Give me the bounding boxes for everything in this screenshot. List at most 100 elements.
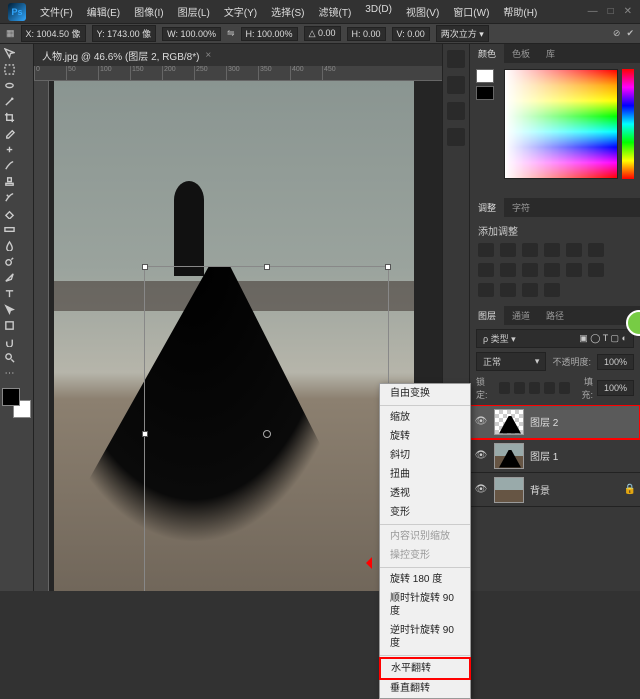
close-icon[interactable]: ✕ xyxy=(624,6,632,17)
document-tab[interactable]: 人物.jpg @ 46.6% (图层 2, RGB/8*) × xyxy=(34,44,442,66)
adj-vibrance-icon[interactable] xyxy=(566,243,582,257)
wand-tool[interactable] xyxy=(2,94,17,109)
blend-mode-dropdown[interactable]: 正常▾ xyxy=(476,352,546,371)
opt-h[interactable]: H: 100.00% xyxy=(241,27,298,41)
maximize-icon[interactable]: □ xyxy=(608,6,614,17)
ctx-rotate-180[interactable]: 旋转 180 度 xyxy=(380,570,470,589)
tab-character[interactable]: 字符 xyxy=(504,198,538,217)
opt-y[interactable]: Y: 1743.00 像 xyxy=(92,25,157,42)
tab-adjustments[interactable]: 调整 xyxy=(470,198,504,217)
visibility-toggle[interactable]: 👁 xyxy=(474,416,488,427)
ctx-rotate[interactable]: 旋转 xyxy=(380,427,470,446)
ctx-rotate-cw90[interactable]: 顺时针旋转 90 度 xyxy=(380,589,470,621)
lasso-tool[interactable] xyxy=(2,78,17,93)
adj-selective-icon[interactable] xyxy=(522,283,538,297)
layer-thumbnail[interactable] xyxy=(494,477,524,503)
info-panel-icon[interactable] xyxy=(447,128,465,146)
opacity-input[interactable]: 100% xyxy=(597,354,634,370)
blur-tool[interactable] xyxy=(2,238,17,253)
lock-all-icon[interactable] xyxy=(559,382,570,394)
heal-tool[interactable] xyxy=(2,142,17,157)
hand-tool[interactable] xyxy=(2,334,17,349)
properties-panel-icon[interactable] xyxy=(447,76,465,94)
menu-file[interactable]: 文件(F) xyxy=(36,2,77,21)
ctx-flip-vertical[interactable]: 垂直翻转 xyxy=(380,679,470,698)
visibility-toggle[interactable]: 👁 xyxy=(474,484,488,495)
handle-top-mid[interactable] xyxy=(264,264,270,270)
actions-panel-icon[interactable] xyxy=(447,102,465,120)
pen-tool[interactable] xyxy=(2,270,17,285)
ctx-flip-horizontal[interactable]: 水平翻转 xyxy=(379,657,471,680)
layer-name[interactable]: 图层 2 xyxy=(530,414,558,429)
adj-hue-icon[interactable] xyxy=(588,243,604,257)
path-select-tool[interactable] xyxy=(2,302,17,317)
opt-interpolation[interactable]: 两次立方 ▾ xyxy=(436,25,489,42)
stamp-tool[interactable] xyxy=(2,174,17,189)
minimize-icon[interactable]: — xyxy=(588,6,598,17)
handle-top-left[interactable] xyxy=(142,264,148,270)
opt-hskew[interactable]: H: 0.00 xyxy=(347,27,386,41)
document-close-icon[interactable]: × xyxy=(205,50,211,61)
opt-w[interactable]: W: 100.00% xyxy=(162,27,221,41)
transform-bounding-box[interactable] xyxy=(144,266,389,591)
adj-threshold-icon[interactable] xyxy=(478,283,494,297)
layer-row[interactable]: 👁 背景 🔒 xyxy=(470,473,640,507)
marquee-tool[interactable] xyxy=(2,62,17,77)
layer-filter-dropdown[interactable]: ρ 类型 ▾ ▣ ◯ T ▢ ◐ xyxy=(476,329,634,348)
menu-window[interactable]: 窗口(W) xyxy=(449,2,493,21)
shape-tool[interactable] xyxy=(2,318,17,333)
layer-thumbnail[interactable] xyxy=(494,443,524,469)
tab-channels[interactable]: 通道 xyxy=(504,306,538,325)
adj-bw-icon[interactable] xyxy=(478,263,494,277)
ctx-perspective[interactable]: 透视 xyxy=(380,484,470,503)
adj-colorlookup-icon[interactable] xyxy=(544,263,560,277)
layer-row[interactable]: 👁 图层 2 xyxy=(470,405,640,439)
link-icon[interactable]: ⇋ xyxy=(227,28,235,39)
adj-more-icon[interactable] xyxy=(544,283,560,297)
type-tool[interactable] xyxy=(2,286,17,301)
tab-libraries[interactable]: 库 xyxy=(538,44,563,63)
history-panel-icon[interactable] xyxy=(447,50,465,68)
lock-position-icon[interactable] xyxy=(529,382,540,394)
ctx-scale[interactable]: 缩放 xyxy=(380,408,470,427)
fill-input[interactable]: 100% xyxy=(597,380,634,396)
handle-top-right[interactable] xyxy=(385,264,391,270)
edit-toolbar-icon[interactable]: ⋯ xyxy=(2,366,17,381)
menu-view[interactable]: 视图(V) xyxy=(402,2,443,21)
menu-select[interactable]: 选择(S) xyxy=(267,2,308,21)
adj-posterize-icon[interactable] xyxy=(588,263,604,277)
ctx-skew[interactable]: 斜切 xyxy=(380,446,470,465)
crop-tool[interactable] xyxy=(2,110,17,125)
brush-tool[interactable] xyxy=(2,158,17,173)
visibility-toggle[interactable]: 👁 xyxy=(474,450,488,461)
menu-type[interactable]: 文字(Y) xyxy=(220,2,261,21)
adj-channelmix-icon[interactable] xyxy=(522,263,538,277)
ctx-rotate-ccw90[interactable]: 逆时针旋转 90 度 xyxy=(380,621,470,653)
color-spectrum[interactable] xyxy=(504,69,618,179)
commit-transform-icon[interactable]: ✔ xyxy=(626,28,634,39)
move-tool[interactable] xyxy=(2,46,17,61)
menu-layer[interactable]: 图层(L) xyxy=(174,2,214,21)
dodge-tool[interactable] xyxy=(2,254,17,269)
eraser-tool[interactable] xyxy=(2,206,17,221)
layer-row[interactable]: 👁 图层 1 xyxy=(470,439,640,473)
ctx-free-transform[interactable]: 自由变换 xyxy=(380,384,470,403)
adj-invert-icon[interactable] xyxy=(566,263,582,277)
layer-name[interactable]: 背景 xyxy=(530,482,550,497)
cancel-transform-icon[interactable]: ⊘ xyxy=(613,28,621,39)
eyedropper-tool[interactable] xyxy=(2,126,17,141)
gradient-tool[interactable] xyxy=(2,222,17,237)
lock-pixels-icon[interactable] xyxy=(514,382,525,394)
opt-x[interactable]: X: 1004.50 像 xyxy=(21,25,86,42)
color-fg[interactable] xyxy=(476,69,494,83)
adj-brightness-icon[interactable] xyxy=(478,243,494,257)
color-bg[interactable] xyxy=(476,86,494,100)
lock-artboard-icon[interactable] xyxy=(544,382,555,394)
ctx-warp[interactable]: 变形 xyxy=(380,503,470,522)
menu-help[interactable]: 帮助(H) xyxy=(499,2,541,21)
zoom-tool[interactable] xyxy=(2,350,17,365)
tab-color[interactable]: 颜色 xyxy=(470,44,504,63)
transform-center[interactable] xyxy=(263,430,271,438)
history-brush-tool[interactable] xyxy=(2,190,17,205)
color-swatches[interactable] xyxy=(2,388,31,418)
